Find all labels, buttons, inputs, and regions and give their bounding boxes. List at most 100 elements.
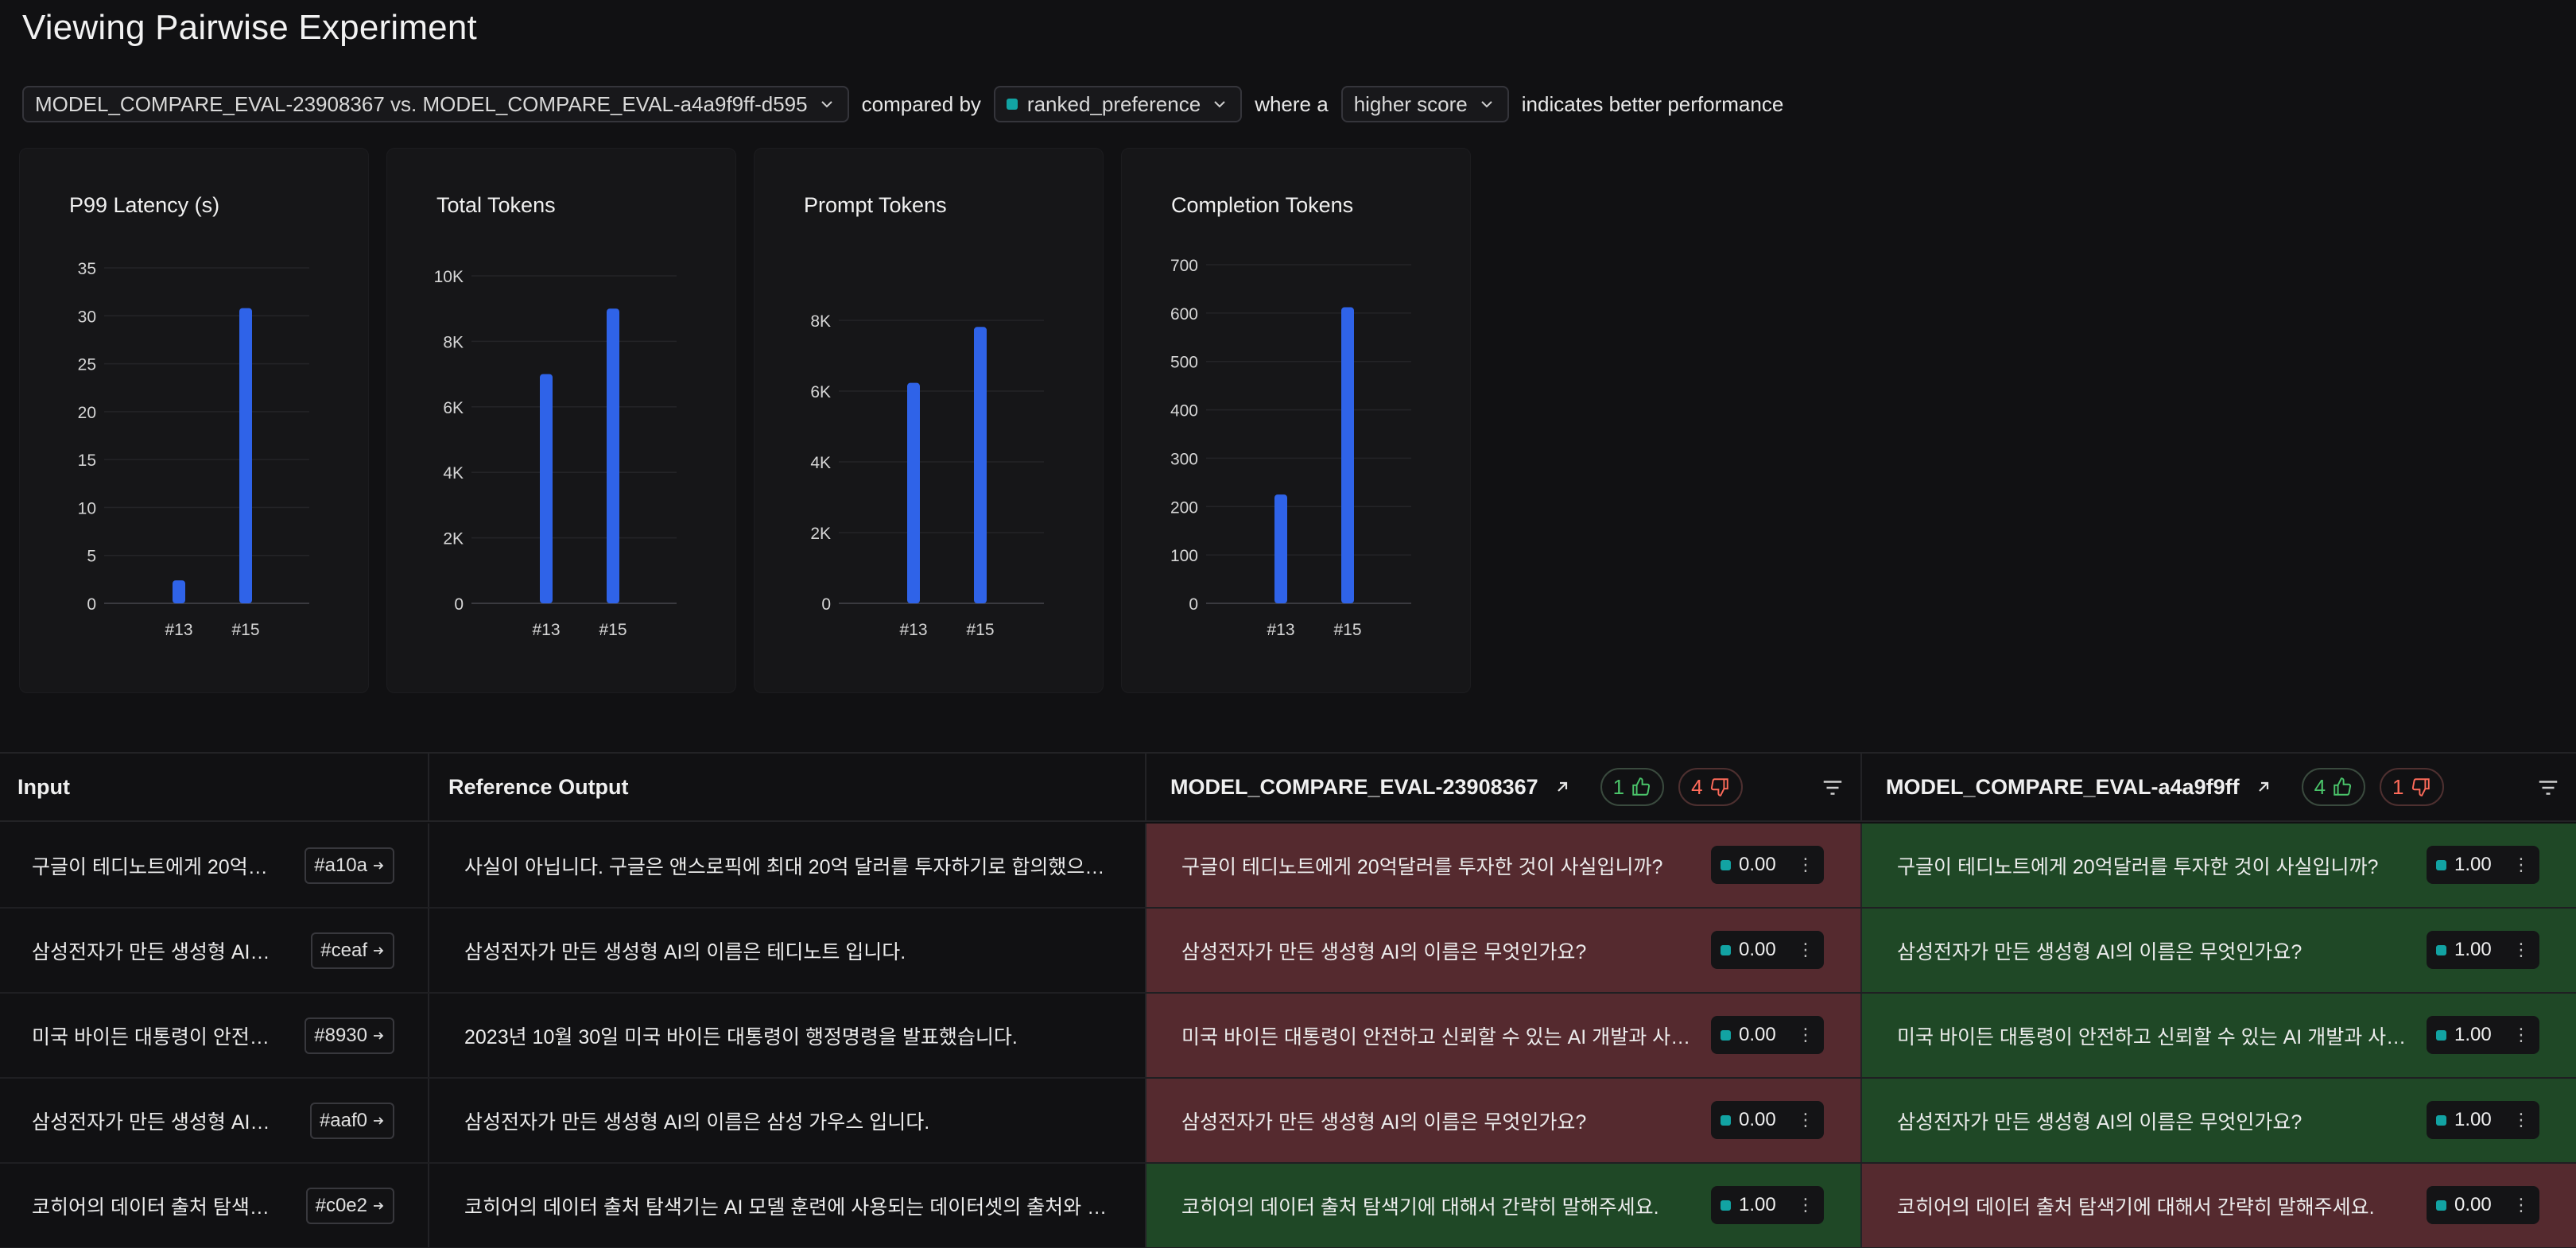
bar-run-13[interactable] <box>907 382 920 603</box>
bar-run-15[interactable] <box>239 308 252 603</box>
example-id-link[interactable]: #c0e2 <box>305 1188 394 1224</box>
input-cell[interactable]: 삼성전자가 만든 생성형 AI… #aaf0 <box>0 1079 428 1162</box>
output-text: 삼성전자가 만든 생성형 AI의 이름은 무엇인가요? <box>1181 1110 1587 1134</box>
example-id-link[interactable]: #a10a <box>305 847 394 884</box>
example-id-link[interactable]: #aaf0 <box>309 1103 394 1139</box>
thumbs-down-count[interactable]: 1 <box>2380 768 2444 806</box>
reference-text: 2023년 10월 30일 미국 바이든 대통령이 행정명령을 발표했습니다. <box>464 1025 1018 1048</box>
y-tick-label: 10K <box>434 268 464 286</box>
bar-run-15[interactable] <box>974 327 987 603</box>
more-options-icon[interactable]: ⋮ <box>1797 940 1814 960</box>
bar-run-13[interactable] <box>540 374 553 603</box>
header-reference: Reference Output <box>428 754 1145 822</box>
experiment-b-cell[interactable]: 구글이 테디노트에게 20억달러를 투자한 것이 사실입니까? 1.00 ⋮ <box>1860 824 2576 907</box>
score-badge[interactable]: 1.00 ⋮ <box>2427 931 2539 969</box>
more-options-icon[interactable]: ⋮ <box>2512 1195 2530 1215</box>
more-options-icon[interactable]: ⋮ <box>1797 1110 1814 1130</box>
external-link-icon[interactable] <box>2254 777 2273 796</box>
more-options-icon[interactable]: ⋮ <box>1797 1025 1814 1045</box>
more-options-icon[interactable]: ⋮ <box>2512 1110 2530 1130</box>
score-badge[interactable]: 0.00 ⋮ <box>2427 1186 2539 1224</box>
input-cell[interactable]: 코히어의 데이터 출처 탐색… #c0e2 <box>0 1164 428 1247</box>
score-value: 0.00 <box>1739 854 1776 875</box>
y-tick-label: 0 <box>821 595 831 614</box>
x-tick-label: #13 <box>899 621 927 639</box>
table-row[interactable]: 코히어의 데이터 출처 탐색… #c0e2 코히어의 데이터 출처 탐색기는 A… <box>0 1164 2576 1248</box>
score-badge[interactable]: 1.00 ⋮ <box>2427 846 2539 884</box>
table-row[interactable]: 삼성전자가 만든 생성형 AI… #ceaf 삼성전자가 만든 생성형 AI의 … <box>0 909 2576 994</box>
y-tick-label: 6K <box>443 399 464 417</box>
score-value: 0.00 <box>1739 939 1776 960</box>
bar-run-13[interactable] <box>1274 494 1287 603</box>
experiment-b-cell[interactable]: 삼성전자가 만든 생성형 AI의 이름은 무엇인가요? 1.00 ⋮ <box>1860 1079 2576 1162</box>
example-id-link[interactable]: #8930 <box>305 1017 394 1054</box>
score-value: 0.00 <box>1739 1024 1776 1045</box>
thumbs-down-icon <box>2411 778 2430 796</box>
input-text: 코히어의 데이터 출처 탐색… <box>32 1196 270 1219</box>
experiment-a-cell[interactable]: 미국 바이든 대통령이 안전하고 신뢰할 수 있는 AI 개발과 사용을… 0.… <box>1145 994 1860 1077</box>
chevron-down-icon <box>1214 101 1225 108</box>
reference-cell[interactable]: 코히어의 데이터 출처 탐색기는 AI 모델 훈련에 사용되는 데이터셋의 출처… <box>428 1164 1145 1247</box>
example-id: #a10a <box>314 855 367 876</box>
bar-run-13[interactable] <box>173 580 185 603</box>
y-tick-label: 15 <box>78 452 96 470</box>
more-options-icon[interactable]: ⋮ <box>2512 855 2530 875</box>
y-tick-label: 300 <box>1170 450 1198 468</box>
table-row[interactable]: 삼성전자가 만든 생성형 AI… #aaf0 삼성전자가 만든 생성형 AI의 … <box>0 1079 2576 1164</box>
y-tick-label: 0 <box>454 595 464 614</box>
y-tick-label: 10 <box>78 499 96 517</box>
thumbs-up-count[interactable]: 1 <box>1600 768 1665 806</box>
table-row[interactable]: 미국 바이든 대통령이 안전… #8930 2023년 10월 30일 미국 바… <box>0 994 2576 1079</box>
y-tick-label: 4K <box>810 454 831 472</box>
arrow-right-icon <box>374 947 384 955</box>
score-badge[interactable]: 0.00 ⋮ <box>1711 1016 1824 1054</box>
thumbs-down-value: 4 <box>1691 774 1703 799</box>
y-tick-label: 25 <box>78 356 96 374</box>
table-row[interactable]: 구글이 테디노트에게 20억… #a10a 사실이 아닙니다. 구글은 앤스로픽… <box>0 824 2576 909</box>
experiment-b-link[interactable]: MODEL_COMPARE_EVAL-a4a9f9ff <box>1886 775 2240 800</box>
more-options-icon[interactable]: ⋮ <box>1797 855 1814 875</box>
input-cell[interactable]: 미국 바이든 대통령이 안전… #8930 <box>0 994 428 1077</box>
experiment-a-cell[interactable]: 코히어의 데이터 출처 탐색기에 대해서 간략히 말해주세요. 1.00 ⋮ <box>1145 1164 1860 1247</box>
score-badge[interactable]: 1.00 ⋮ <box>2427 1101 2539 1139</box>
experiment-b-cell[interactable]: 삼성전자가 만든 생성형 AI의 이름은 무엇인가요? 1.00 ⋮ <box>1860 909 2576 992</box>
more-options-icon[interactable]: ⋮ <box>2512 940 2530 960</box>
metric-select[interactable]: ranked_preference <box>993 86 1243 122</box>
experiment-a-cell[interactable]: 삼성전자가 만든 생성형 AI의 이름은 무엇인가요? 0.00 ⋮ <box>1145 1079 1860 1162</box>
score-badge[interactable]: 1.00 ⋮ <box>2427 1016 2539 1054</box>
experiment-a-cell[interactable]: 삼성전자가 만든 생성형 AI의 이름은 무엇인가요? 0.00 ⋮ <box>1145 909 1860 992</box>
score-badge[interactable]: 0.00 ⋮ <box>1711 1101 1824 1139</box>
bar-run-15[interactable] <box>607 308 619 603</box>
reference-cell[interactable]: 사실이 아닙니다. 구글은 앤스로픽에 최대 20억 달러를 투자하기로 합의했… <box>428 824 1145 907</box>
score-value: 1.00 <box>2454 939 2492 960</box>
experiment-b-cell[interactable]: 코히어의 데이터 출처 탐색기에 대해서 간략히 말해주세요. 0.00 ⋮ <box>1860 1164 2576 1247</box>
metric-color-swatch <box>1721 859 1731 870</box>
score-badge[interactable]: 1.00 ⋮ <box>1711 1186 1824 1224</box>
experiment-a-cell[interactable]: 구글이 테디노트에게 20억달러를 투자한 것이 사실입니까? 0.00 ⋮ <box>1145 824 1860 907</box>
input-cell[interactable]: 삼성전자가 만든 생성형 AI… #ceaf <box>0 909 428 992</box>
experiment-b-cell[interactable]: 미국 바이든 대통령이 안전하고 신뢰할 수 있는 AI 개발과 사용을 … 1… <box>1860 994 2576 1077</box>
filter-icon[interactable] <box>2536 776 2560 800</box>
score-value: 0.00 <box>1739 1109 1776 1130</box>
external-link-icon[interactable] <box>1553 777 1572 796</box>
reference-cell[interactable]: 삼성전자가 만든 생성형 AI의 이름은 테디노트 입니다. <box>428 909 1145 992</box>
experiment-a-link[interactable]: MODEL_COMPARE_EVAL-23908367 <box>1170 775 1538 800</box>
more-options-icon[interactable]: ⋮ <box>2512 1025 2530 1045</box>
more-options-icon[interactable]: ⋮ <box>1797 1195 1814 1215</box>
output-text: 코히어의 데이터 출처 탐색기에 대해서 간략히 말해주세요. <box>1897 1196 2375 1219</box>
score-badge[interactable]: 0.00 ⋮ <box>1711 846 1824 884</box>
output-text: 구글이 테디노트에게 20억달러를 투자한 것이 사실입니까? <box>1181 855 1663 878</box>
reference-cell[interactable]: 2023년 10월 30일 미국 바이든 대통령이 행정명령을 발표했습니다. <box>428 994 1145 1077</box>
x-tick-label: #15 <box>231 621 259 639</box>
direction-select[interactable]: higher score <box>1340 86 1509 122</box>
example-id-link[interactable]: #ceaf <box>311 932 394 969</box>
thumbs-up-count[interactable]: 4 <box>2301 768 2366 806</box>
thumbs-down-count[interactable]: 4 <box>1678 768 1743 806</box>
experiment-select[interactable]: MODEL_COMPARE_EVAL-23908367 vs. MODEL_CO… <box>22 86 849 122</box>
example-id: #8930 <box>314 1025 367 1046</box>
bar-run-15[interactable] <box>1341 307 1354 603</box>
reference-cell[interactable]: 삼성전자가 만든 생성형 AI의 이름은 삼성 가우스 입니다. <box>428 1079 1145 1162</box>
filter-icon[interactable] <box>1821 776 1845 800</box>
score-badge[interactable]: 0.00 ⋮ <box>1711 931 1824 969</box>
input-cell[interactable]: 구글이 테디노트에게 20억… #a10a <box>0 824 428 907</box>
